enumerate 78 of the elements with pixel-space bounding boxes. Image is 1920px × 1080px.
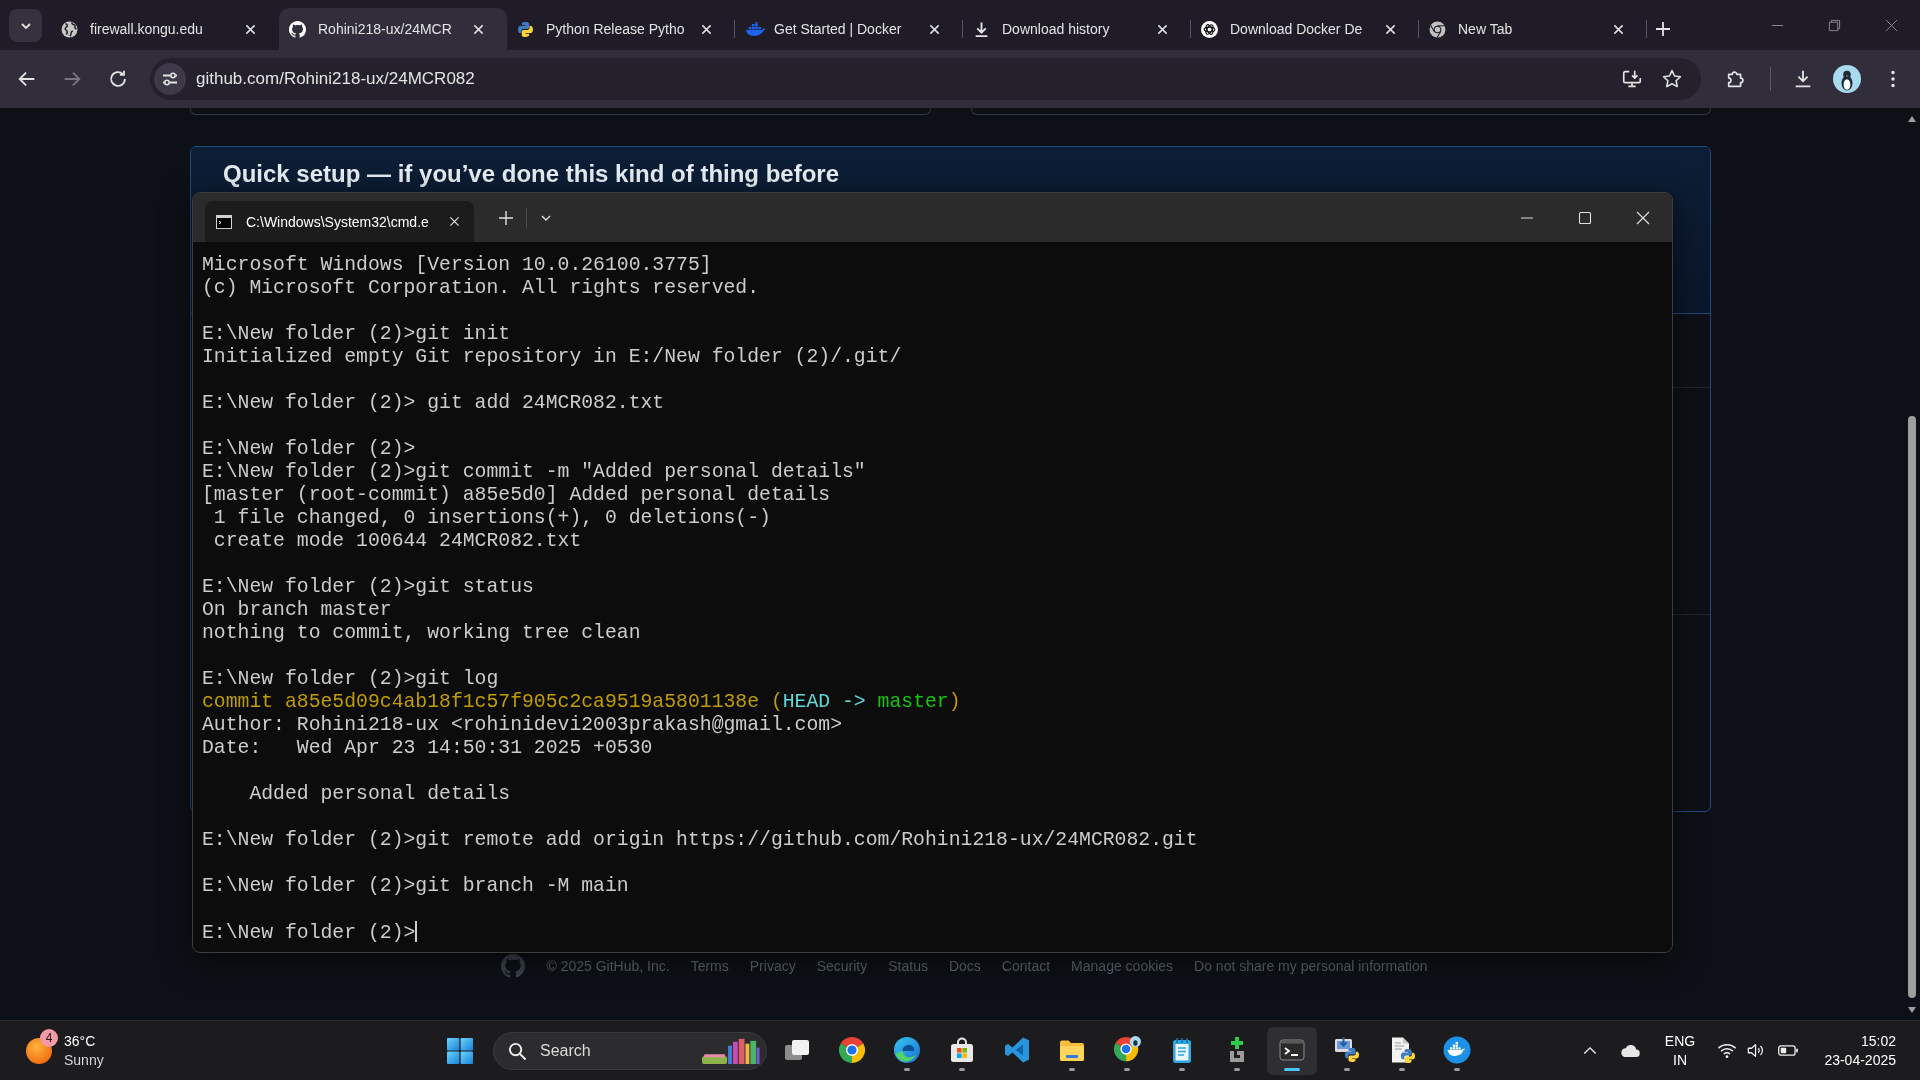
url-text: github.com/Rohini218-ux/24MCR082 <box>196 69 475 89</box>
search-field[interactable]: Search <box>493 1031 767 1070</box>
github-logo-icon <box>289 20 306 38</box>
extensions-icon[interactable] <box>1725 68 1747 90</box>
volume-icon[interactable] <box>1747 1042 1765 1059</box>
weather-condition-text[interactable]: Sunny <box>64 1050 104 1070</box>
terminal-line: E:\New folder (2)> git add 24MCR082.txt <box>202 392 665 415</box>
plus-icon[interactable] <box>1656 22 1670 36</box>
terminal-line: Microsoft Windows [Version 10.0.26100.3775] <box>202 254 712 277</box>
terminal-tab[interactable]: C:\Windows\System32\cmd.e <box>205 201 474 242</box>
maximize-icon[interactable] <box>1578 210 1592 225</box>
store-icon <box>948 1035 976 1064</box>
browser-tab[interactable]: Download history <box>963 8 1191 50</box>
terminal-line: Initialized empty Git repository in E:/New folder (2)/.git/ <box>202 346 902 369</box>
atom-icon <box>1201 20 1218 38</box>
python-logo-icon <box>517 20 534 38</box>
terminal-line: Date: Wed Apr 23 14:50:31 2025 +0530 <box>202 737 653 760</box>
terminal-line: 1 file changed, 0 insertions(+), 0 deletions(-) <box>212 507 771 530</box>
section-heading: Quick setup — if you’ve done this kind of thing before <box>223 159 840 189</box>
browser-tab[interactable]: Get Started | Docker <box>735 8 963 50</box>
terminal-line: E:\New folder (2)>git branch -M main <box>202 875 629 898</box>
chrome-icon <box>1429 20 1446 38</box>
time-text[interactable]: 15:02 <box>1860 1031 1896 1051</box>
tab-search-button[interactable] <box>9 9 42 42</box>
terminal-line: On branch master <box>202 599 392 622</box>
terminal-line: E:\New folder (2)>git remote add origin https://github.com/Rohini218-ux/24MCR082.git <box>202 829 1198 852</box>
python-installer-icon <box>1333 1035 1361 1064</box>
restore-icon[interactable] <box>1828 18 1841 32</box>
browser-tab[interactable]: Download Docker De <box>1191 8 1419 50</box>
wifi-icon[interactable] <box>1717 1042 1737 1059</box>
region-text[interactable]: IN <box>1673 1050 1687 1070</box>
date-text[interactable]: 23-04-2025 <box>1824 1050 1896 1070</box>
terminal-line: E:\New folder (2)>git commit -m "Added personal details" <box>202 461 866 484</box>
terminal-line: E:\New folder (2)> <box>202 438 416 461</box>
language-text[interactable]: ENG <box>1664 1031 1696 1051</box>
address-bar[interactable]: github.com/Rohini218-ux/24MCR082 <box>150 58 1701 100</box>
scroll-up-icon[interactable] <box>1908 116 1916 122</box>
battery-icon[interactable] <box>1778 1045 1798 1056</box>
install-app-icon[interactable] <box>1621 68 1643 90</box>
search-icon <box>508 1041 527 1061</box>
terminal-line: (c) Microsoft Corporation. All rights reserved. <box>202 277 760 300</box>
terminal-line: commit a85e5d09c4ab18f1c57f905c2ca9519a5801138e (HEAD -> master) <box>202 691 961 714</box>
site-settings-icon[interactable] <box>154 63 186 95</box>
notification-badge: 4 <box>40 1028 58 1047</box>
reload-icon[interactable] <box>107 68 129 90</box>
download-icon <box>973 20 990 38</box>
browser-tab[interactable]: firewall.kongu.edu <box>51 8 279 50</box>
terminal-line: nothing to commit, working tree clean <box>202 622 641 645</box>
edge-icon <box>893 1035 921 1064</box>
chrome-profile-icon <box>1113 1035 1141 1064</box>
cloud-icon[interactable] <box>1619 1043 1641 1058</box>
browser-tab[interactable]: New Tab <box>1419 8 1647 50</box>
plus-icon[interactable] <box>498 210 513 225</box>
console-icon <box>216 213 232 230</box>
chevron-up-icon[interactable] <box>1583 1046 1597 1055</box>
profile-avatar-icon[interactable] <box>1833 65 1861 93</box>
terminal-line: E:\New folder (2)>git log <box>202 668 499 691</box>
vscode-icon <box>1003 1035 1031 1064</box>
bookmark-star-icon[interactable] <box>1661 68 1683 90</box>
taskbar-app-button[interactable] <box>1267 1026 1317 1075</box>
terminal-prompt: E:\New folder (2)> <box>202 922 416 944</box>
terminal-line: E:\New folder (2)>git init <box>202 323 511 346</box>
windows-logo-icon <box>446 1036 474 1065</box>
terminal-line: E:\New folder (2)>git status <box>202 576 534 599</box>
whale-icon <box>745 21 767 37</box>
terminal-line: Added personal details <box>248 783 511 806</box>
temperature-text[interactable]: 36°C <box>64 1031 96 1051</box>
terminal-line: create mode 100644 24MCR082.txt <box>212 530 582 553</box>
browser-tab[interactable]: Python Release Pytho <box>507 8 735 50</box>
terminal-line: [master (root-commit) a85e5d0] Added personal details <box>202 484 831 507</box>
terminal-line: Author: Rohini218-ux <rohinidevi2003prakash@gmail.com> <box>202 714 842 737</box>
chrome-icon <box>838 1035 866 1064</box>
whale-icon <box>1443 1035 1471 1064</box>
scroll-down-icon[interactable] <box>1908 1007 1916 1013</box>
copyright-text: © 2025 GitHub, Inc. <box>546 958 670 974</box>
browser-tab[interactable]: Rohini218-ux/24MCR <box>279 8 507 50</box>
globe-icon <box>61 20 78 38</box>
scrollbar-thumb[interactable] <box>1908 416 1916 998</box>
